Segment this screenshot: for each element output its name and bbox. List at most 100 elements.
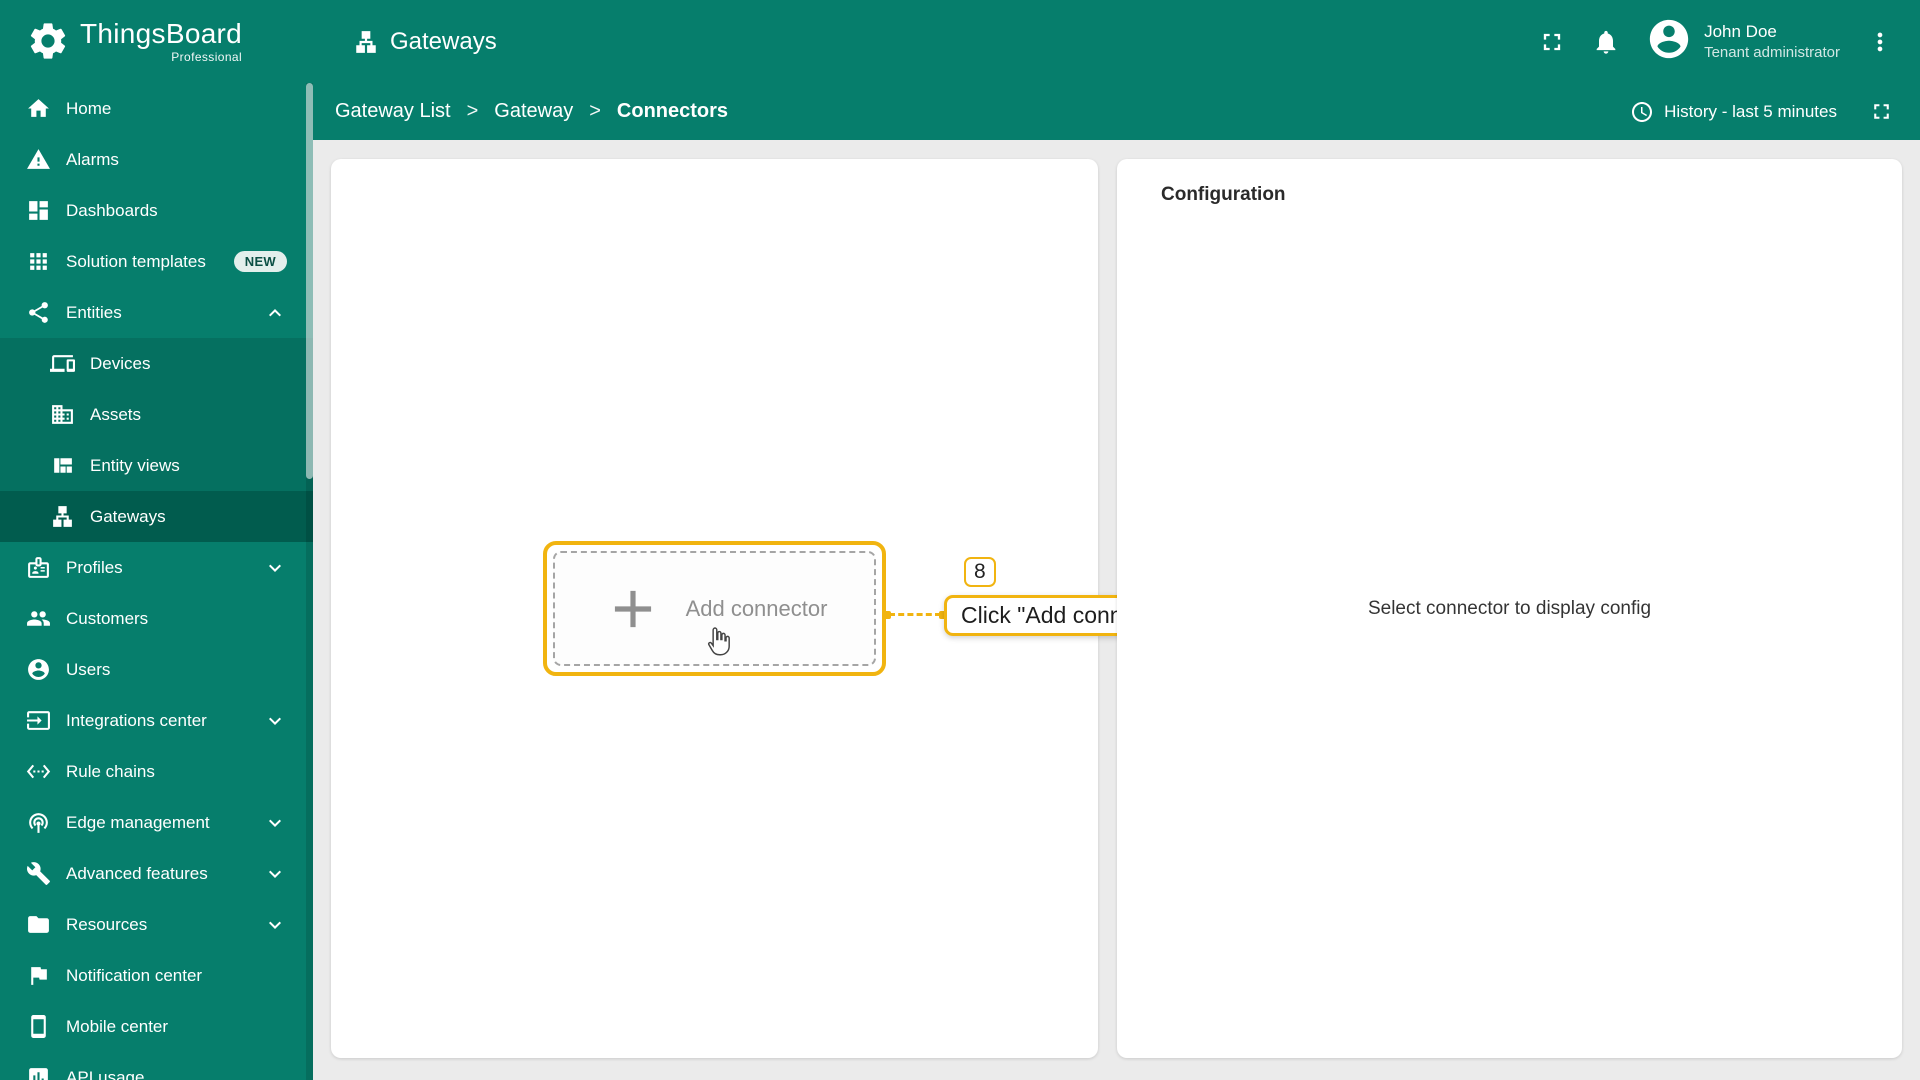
sidebar-item-assets[interactable]: Assets: [0, 389, 313, 440]
sidebar-item-label: Entities: [66, 302, 122, 322]
fullscreen-button[interactable]: [1538, 28, 1566, 56]
main-content: Add connector 8 Click "Add connector" Co…: [313, 140, 1920, 1080]
integrations-icon: [26, 708, 51, 733]
sidebar-scrollbar-thumb[interactable]: [306, 83, 313, 479]
sidebar-item-integrations-center[interactable]: Integrations center: [0, 695, 313, 746]
sidebar-item-label: API usage: [66, 1067, 145, 1080]
gear-logo-icon: [26, 19, 70, 63]
sidebar-item-label: Customers: [66, 608, 149, 628]
sidebar-item-label: Solution templates: [66, 251, 206, 271]
more-menu-button[interactable]: [1866, 28, 1894, 56]
sidebar-item-users[interactable]: Users: [0, 644, 313, 695]
breadcrumb-bar: Gateway List > Gateway > Connectors Hist…: [313, 83, 1920, 140]
history-range-label: History - last 5 minutes: [1664, 101, 1837, 121]
sidebar-item-label: Rule chains: [66, 761, 155, 781]
add-connector-button[interactable]: Add connector: [553, 551, 876, 666]
breadcrumb: Gateway List > Gateway > Connectors: [335, 100, 728, 123]
add-connector-label: Add connector: [685, 595, 828, 621]
expand-dashboard-button[interactable]: [1869, 99, 1894, 124]
chevron-down-icon: [263, 862, 287, 886]
customers-icon: [26, 606, 51, 631]
breadcrumb-gateway[interactable]: Gateway: [494, 100, 573, 123]
apps-icon: [26, 249, 51, 274]
edge-management-icon: [26, 810, 51, 835]
breadcrumb-gateway-list[interactable]: Gateway List: [335, 100, 451, 123]
sidebar-item-label: Home: [66, 98, 112, 118]
brand-name: ThingsBoard: [80, 18, 243, 50]
gateways-icon: [356, 30, 376, 53]
sidebar-item-edge-management[interactable]: Edge management: [0, 797, 313, 848]
sidebar-item-label: Gateways: [90, 506, 166, 526]
sidebar-item-resources[interactable]: Resources: [0, 899, 313, 950]
users-icon: [26, 657, 51, 682]
breadcrumb-connectors: Connectors: [616, 100, 729, 122]
sidebar-item-dashboards[interactable]: Dashboards: [0, 185, 313, 236]
gateways-icon: [50, 504, 75, 529]
page-title: Gateways: [353, 28, 497, 56]
sidebar-item-notification-center[interactable]: Notification center: [0, 950, 313, 1001]
chevron-down-icon: [263, 811, 287, 835]
advanced-features-icon: [26, 861, 51, 886]
sidebar-item-gateways[interactable]: Gateways: [0, 491, 313, 542]
chevron-down-icon: [263, 913, 287, 937]
assets-icon: [50, 402, 75, 427]
warning-icon: [26, 147, 51, 172]
user-name: John Doe: [1704, 21, 1777, 41]
sidebar-item-customers[interactable]: Customers: [0, 593, 313, 644]
clock-icon: [1632, 101, 1653, 122]
sidebar-item-label: Notification center: [66, 965, 203, 985]
sidebar-item-label: Assets: [90, 404, 142, 424]
sidebar-item-home[interactable]: Home: [0, 83, 313, 134]
sidebar-item-label: Alarms: [66, 149, 119, 169]
configuration-empty-text: Select connector to display config: [1367, 597, 1652, 619]
sidebar-item-label: Integrations center: [66, 710, 207, 730]
chevron-down-icon: [263, 709, 287, 733]
folder-icon: [26, 912, 51, 937]
sidebar-item-api-usage[interactable]: API usage: [0, 1052, 313, 1080]
smartphone-icon: [26, 1014, 51, 1039]
sidebar-item-label: Mobile center: [66, 1016, 169, 1036]
history-range-button[interactable]: History - last 5 minutes: [1624, 99, 1843, 125]
plus-icon: [614, 590, 651, 627]
more-vert-icon: [1877, 32, 1883, 51]
sidebar-item-advanced-features[interactable]: Advanced features: [0, 848, 313, 899]
sidebar-item-rule-chains[interactable]: Rule chains: [0, 746, 313, 797]
thingsboard-logo[interactable]: ThingsBoard Professional: [0, 18, 313, 64]
sidebar-item-label: Edge management: [66, 812, 210, 832]
top-header-bar: ThingsBoard Professional Gateways John D…: [0, 0, 1920, 83]
breadcrumb-separator: >: [466, 100, 479, 122]
chevron-up-icon: [263, 301, 287, 325]
bell-icon: [1596, 30, 1616, 54]
connectors-panel: Add connector 8 Click "Add connector": [331, 159, 1199, 1058]
page-title-label: Gateways: [390, 27, 497, 55]
brand-subtitle: Professional: [171, 49, 243, 64]
flag-icon: [26, 963, 51, 988]
sidebar-item-label: Users: [66, 659, 111, 679]
sidebar-item-entities[interactable]: Entities: [0, 287, 313, 338]
sidebar-item-label: Profiles: [66, 557, 123, 577]
breadcrumb-separator: >: [589, 100, 601, 122]
sidebar-item-label: Resources: [66, 914, 148, 934]
tutorial-step-number: 8: [964, 557, 996, 587]
sidebar-item-solution-templates[interactable]: Solution templates NEW: [0, 236, 313, 287]
user-menu[interactable]: John Doe Tenant administrator: [1646, 16, 1840, 67]
sidebar-item-label: Devices: [90, 353, 151, 373]
account-circle-icon: [1649, 19, 1689, 59]
entities-icon: [26, 300, 51, 325]
rule-chains-icon: [26, 759, 51, 784]
notifications-button[interactable]: [1592, 28, 1620, 56]
sidebar-item-label: Dashboards: [66, 200, 158, 220]
new-badge: NEW: [233, 251, 287, 272]
sidebar-item-devices[interactable]: Devices: [0, 338, 313, 389]
tutorial-connector-line: [883, 610, 947, 619]
sidebar-item-mobile-center[interactable]: Mobile center: [0, 1001, 313, 1052]
dashboards-icon: [26, 198, 51, 223]
sidebar-item-entity-views[interactable]: Entity views: [0, 440, 313, 491]
sidebar-item-label: Entity views: [90, 455, 180, 475]
profiles-icon: [26, 555, 51, 580]
sidebar-scrollbar[interactable]: [306, 83, 313, 1080]
sidebar-item-label: Advanced features: [66, 863, 208, 883]
sidebar-item-alarms[interactable]: Alarms: [0, 134, 313, 185]
sidebar-item-profiles[interactable]: Profiles: [0, 542, 313, 593]
avatar: [1646, 16, 1692, 67]
